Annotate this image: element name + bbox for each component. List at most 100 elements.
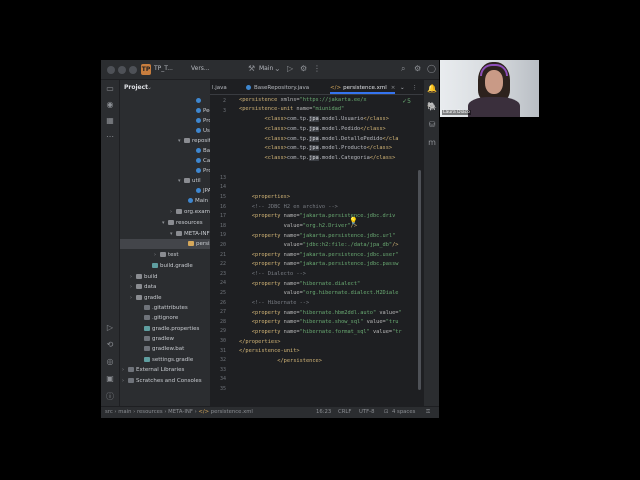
code-token: com.tp.: [286, 116, 310, 122]
breadcrumb-file[interactable]: persistence.xml: [211, 409, 253, 415]
close-window-button[interactable]: [107, 66, 115, 74]
tab-persistence-xml[interactable]: </> persistence.xml ×: [330, 82, 396, 94]
cursor-position[interactable]: 16:23: [316, 409, 331, 415]
tree-item-label: .gitignore: [152, 315, 179, 321]
tree-item[interactable]: Cate: [120, 156, 210, 166]
tree-item[interactable]: › data: [120, 282, 210, 292]
editor-tabs: l.java BaseRepository.java </> persistenc…: [210, 80, 423, 95]
tree-item[interactable]: Base: [120, 146, 210, 156]
code-token: jpa: [309, 155, 319, 161]
project-panel-header[interactable]: Project: [124, 84, 148, 91]
tree-item[interactable]: › External Libraries: [120, 365, 210, 375]
hammer-icon[interactable]: ⚒: [248, 64, 255, 73]
breadcrumb-src[interactable]: src: [105, 409, 113, 415]
tree-item[interactable]: ▾ util: [120, 176, 210, 186]
debug-icon[interactable]: ⚙: [300, 64, 307, 73]
tree-item[interactable]: build.gradle: [120, 261, 210, 271]
project-badge[interactable]: TP: [141, 64, 151, 75]
maximize-window-button[interactable]: [129, 66, 137, 74]
tree-item[interactable]: [120, 96, 210, 106]
tree-item[interactable]: .gitignore: [120, 313, 210, 323]
database-icon[interactable]: ⛁: [426, 120, 438, 129]
code-token: <property: [239, 319, 284, 325]
tree-item[interactable]: gradle.properties: [120, 324, 210, 334]
profile-icon[interactable]: ◯: [427, 64, 436, 73]
tree-item-label: Usua: [203, 128, 210, 134]
code-line: <!-- Dialecto -->: [239, 270, 306, 279]
tree-item[interactable]: › Scratches and Consoles: [120, 376, 210, 386]
tree-item[interactable]: Usua: [120, 126, 210, 136]
tree-item[interactable]: JPAt: [120, 186, 210, 196]
line-separator[interactable]: CRLF: [338, 409, 351, 415]
commit-icon[interactable]: ◉: [104, 100, 116, 109]
run-icon[interactable]: ▷: [287, 64, 293, 73]
folder-icon[interactable]: ▭: [104, 84, 116, 93]
more-icon[interactable]: ⋮: [313, 64, 321, 73]
code-token: <class>: [239, 126, 287, 132]
class-icon: [196, 188, 201, 193]
tree-item[interactable]: › gradle: [120, 293, 210, 303]
tree-item[interactable]: › test: [120, 250, 210, 260]
minimize-window-button[interactable]: [118, 66, 126, 74]
breadcrumb-main[interactable]: main: [118, 409, 131, 415]
tree-item[interactable]: Main: [120, 196, 210, 206]
tab-main-java[interactable]: l.java: [212, 82, 227, 94]
services-icon[interactable]: ◎: [104, 357, 116, 366]
webcam-overlay: Laura Diaco: [440, 60, 539, 117]
gradle-icon[interactable]: 🐘: [426, 102, 438, 111]
code-token: com.tp.: [286, 136, 310, 142]
lightbulb-icon[interactable]: 💡: [349, 217, 358, 225]
chevron-down-icon[interactable]: ⌄: [147, 84, 152, 91]
tree-item[interactable]: Pedi: [120, 106, 210, 116]
debug-tool-icon[interactable]: ⟲: [104, 340, 116, 349]
line-number: 3: [222, 107, 226, 114]
tree-item[interactable]: ▾reposito: [120, 136, 210, 146]
tree-item-label: JPAt: [203, 188, 210, 194]
settings-icon[interactable]: ⚙: [414, 64, 421, 73]
search-icon[interactable]: ⌕: [401, 64, 405, 74]
line-number: 26: [219, 299, 226, 306]
tree-item[interactable]: settings.gradle: [120, 355, 210, 365]
lock-file-icon[interactable]: ⚿: [426, 409, 430, 416]
structure-icon[interactable]: ▦: [104, 116, 116, 125]
run-tool-icon[interactable]: ▷: [104, 323, 116, 332]
tree-item[interactable]: ▾ META-INF: [120, 229, 210, 239]
project-name[interactable]: TP_T...: [154, 65, 173, 72]
tree-item[interactable]: ›org.examp: [120, 207, 210, 217]
breadcrumb-resources[interactable]: resources: [137, 409, 163, 415]
line-number: 30: [219, 338, 226, 344]
more-tabs-icon[interactable]: ⋮: [412, 82, 418, 94]
tree-item-label: gradlew.bat: [152, 346, 185, 352]
file-encoding[interactable]: UTF-8: [359, 409, 374, 415]
more-tools-icon[interactable]: ⋯: [104, 132, 116, 141]
code-token: com.tp.: [286, 155, 310, 161]
editor-scrollbar[interactable]: [418, 170, 421, 390]
close-tab-icon[interactable]: ×: [391, 85, 396, 91]
tab-base-repository[interactable]: BaseRepository.java: [246, 82, 309, 94]
indent-setting[interactable]: 4 spaces: [392, 409, 415, 415]
tree-item[interactable]: Prod: [120, 166, 210, 176]
terminal-icon[interactable]: ▣: [104, 374, 116, 383]
tab-list-chevron-icon[interactable]: ⌄: [400, 82, 405, 94]
tree-item[interactable]: Prod: [120, 116, 210, 126]
maven-icon[interactable]: m: [426, 138, 438, 147]
tree-item[interactable]: .gitattributes: [120, 303, 210, 313]
lib-icon: [128, 367, 134, 372]
breadcrumb-meta-inf[interactable]: META-INF: [168, 409, 193, 415]
class-icon: [196, 168, 201, 173]
tree-item[interactable]: persist: [120, 239, 210, 249]
tree-item[interactable]: › build: [120, 272, 210, 282]
code-token: name=: [283, 261, 300, 267]
run-config-selector[interactable]: Main: [259, 65, 273, 72]
tree-item[interactable]: gradlew.bat: [120, 344, 210, 354]
chevron-down-icon[interactable]: ⌄: [274, 64, 281, 73]
tree-item[interactable]: ▾ resources: [120, 218, 210, 228]
notifications-icon[interactable]: 🔔: [426, 84, 438, 93]
tree-item[interactable]: gradlew: [120, 334, 210, 344]
code-token: <class>: [239, 116, 287, 122]
vcs-widget[interactable]: Vers...: [191, 65, 210, 72]
problems-icon[interactable]: ⓘ: [104, 391, 116, 402]
lock-icon[interactable]: ⊡: [384, 409, 388, 415]
tree-item-label: persist: [196, 241, 210, 247]
code-editor[interactable]: <persistence xmlns="https://jakarta.ee/x…: [236, 95, 414, 406]
